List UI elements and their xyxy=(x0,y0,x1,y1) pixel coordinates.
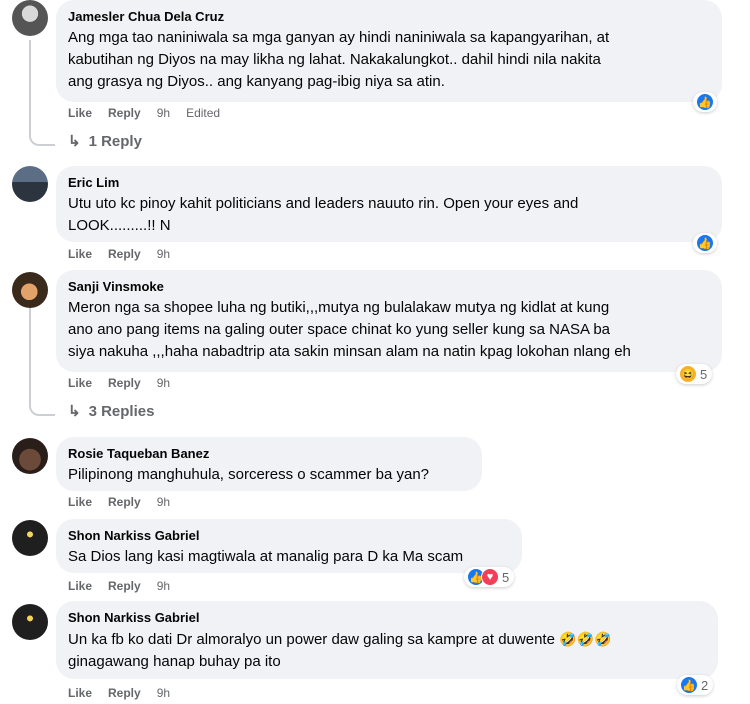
like-button[interactable]: Like xyxy=(68,105,92,121)
reaction-count: 5 xyxy=(700,366,708,382)
comment-actions: Like Reply 9h xyxy=(68,578,170,594)
comment-timestamp[interactable]: 9h xyxy=(157,105,170,121)
comment-text: Utu uto kc pinoy kahit politicians and l… xyxy=(68,193,710,237)
comment-actions: Like Reply 9h xyxy=(68,494,170,510)
comment-timestamp[interactable]: 9h xyxy=(157,685,170,701)
comment-actions: Like Reply 9h xyxy=(68,246,170,262)
comment-line: ang grasya ng Diyos.. ang kanyang pag-ib… xyxy=(68,73,445,90)
thread-line xyxy=(29,308,31,403)
comment-text: Meron nga sa shopee luha ng butiki,,,mut… xyxy=(68,297,710,363)
comment-text: Ang mga tao naniniwala sa mga ganyan ay … xyxy=(68,27,710,93)
thread-connector xyxy=(29,130,55,146)
avatar[interactable] xyxy=(12,520,48,556)
avatar[interactable] xyxy=(12,272,48,308)
comment-line: Un ka fb ko dati Dr almoralyo un power d… xyxy=(68,631,555,648)
comment-timestamp[interactable]: 9h xyxy=(157,494,170,510)
reply-button[interactable]: Reply xyxy=(108,578,141,594)
comment-author[interactable]: Shon Narkiss Gabriel xyxy=(68,609,706,626)
reply-button[interactable]: Reply xyxy=(108,375,141,391)
reply-button[interactable]: Reply xyxy=(108,494,141,510)
like-button[interactable]: Like xyxy=(68,494,92,510)
reaction-summary[interactable]: 👍 xyxy=(693,92,717,112)
comment-line: Ang mga tao naniniwala sa mga ganyan ay … xyxy=(68,29,610,46)
comment-bubble: Jamesler Chua Dela Cruz Ang mga tao nani… xyxy=(56,0,722,102)
reaction-count: 5 xyxy=(502,569,510,585)
heart-icon: ♥ xyxy=(481,568,499,586)
comment-line: Sa Dios lang kasi magtiwala at manalig p… xyxy=(68,548,464,565)
like-icon: 👍 xyxy=(680,676,698,694)
reply-arrow-icon: ↳ xyxy=(68,133,81,150)
like-icon: 👍 xyxy=(696,93,714,111)
reply-button[interactable]: Reply xyxy=(108,685,141,701)
like-button[interactable]: Like xyxy=(68,375,92,391)
thread-connector xyxy=(29,400,55,416)
replies-count: 1 Reply xyxy=(88,132,142,150)
reaction-summary[interactable]: 😆 5 xyxy=(676,364,713,384)
like-button[interactable]: Like xyxy=(68,578,92,594)
comment-actions: Like Reply 9h xyxy=(68,685,170,701)
avatar[interactable] xyxy=(12,0,48,36)
comment-line: Pilipinong manghuhula, sorceress o scamm… xyxy=(68,466,430,483)
comment-bubble: Rosie Taqueban Banez Pilipinong manghuhu… xyxy=(56,437,482,491)
comment-author[interactable]: Shon Narkiss Gabriel xyxy=(68,527,510,544)
comment-bubble: Shon Narkiss Gabriel Sa Dios lang kasi m… xyxy=(56,519,522,573)
reply-button[interactable]: Reply xyxy=(108,105,141,121)
comment-author[interactable]: Eric Lim xyxy=(68,174,710,191)
thread-line xyxy=(29,40,31,132)
like-icon: 👍 xyxy=(696,234,714,252)
comment-bubble: Sanji Vinsmoke Meron nga sa shopee luha … xyxy=(56,270,722,372)
comment-timestamp[interactable]: 9h xyxy=(157,246,170,262)
reply-arrow-icon: ↳ xyxy=(68,403,81,420)
comment-line: Utu uto kc pinoy kahit politicians and l… xyxy=(68,195,579,212)
comment-timestamp[interactable]: 9h xyxy=(157,578,170,594)
reaction-count: 2 xyxy=(701,677,709,693)
avatar[interactable] xyxy=(12,604,48,640)
comment-text: Pilipinong manghuhula, sorceress o scamm… xyxy=(68,464,470,486)
comment-line: LOOK.........!! N xyxy=(68,217,171,234)
replies-count: 3 Replies xyxy=(88,402,155,420)
reaction-summary[interactable]: 👍 ♥ 5 xyxy=(464,567,515,587)
comment-bubble: Shon Narkiss Gabriel Un ka fb ko dati Dr… xyxy=(56,601,718,679)
reply-button[interactable]: Reply xyxy=(108,246,141,262)
comment-line: siya nakuha ,,,haha nabadtrip ata sakin … xyxy=(68,343,631,360)
comment-author[interactable]: Rosie Taqueban Banez xyxy=(68,445,470,462)
comment-line: Meron nga sa shopee luha ng butiki,,,mut… xyxy=(68,299,610,316)
haha-icon: 😆 xyxy=(679,365,697,383)
reaction-summary[interactable]: 👍 2 xyxy=(677,675,714,695)
comment-bubble: Eric Lim Utu uto kc pinoy kahit politici… xyxy=(56,166,722,242)
comment-author[interactable]: Jamesler Chua Dela Cruz xyxy=(68,8,710,25)
like-button[interactable]: Like xyxy=(68,246,92,262)
reaction-summary[interactable]: 👍 xyxy=(693,233,717,253)
view-replies-button[interactable]: ↳ 3 Replies xyxy=(68,402,155,421)
view-replies-button[interactable]: ↳ 1 Reply xyxy=(68,132,142,151)
comment-text: Sa Dios lang kasi magtiwala at manalig p… xyxy=(68,546,510,568)
like-button[interactable]: Like xyxy=(68,685,92,701)
comment-actions: Like Reply 9h xyxy=(68,375,170,391)
avatar[interactable] xyxy=(12,438,48,474)
comment-line: ano ano pang items na galing outer space… xyxy=(68,321,611,338)
comment-line: ginagawang hanap buhay pa ito xyxy=(68,653,281,670)
edited-label: Edited xyxy=(186,106,221,120)
comment-line: kabutihan ng Diyos na may likha ng lahat… xyxy=(68,51,601,68)
comment-actions: Like Reply 9h Edited xyxy=(68,105,220,121)
laughing-emoji-icon: 🤣🤣🤣 xyxy=(559,631,612,647)
comment-timestamp[interactable]: 9h xyxy=(157,375,170,391)
comment-text: Un ka fb ko dati Dr almoralyo un power d… xyxy=(68,628,706,673)
comment-author[interactable]: Sanji Vinsmoke xyxy=(68,278,710,295)
avatar[interactable] xyxy=(12,166,48,202)
